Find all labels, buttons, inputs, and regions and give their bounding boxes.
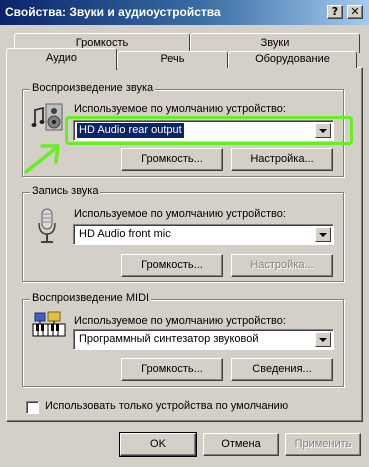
microphone-icon [36,208,58,244]
close-button[interactable]: ✕ [347,5,363,19]
recording-volume-button[interactable]: Громкость... [121,254,223,277]
chevron-down-icon[interactable] [315,227,331,242]
recording-settings-button[interactable]: Настройка... [231,254,333,277]
use-default-only-label: Использовать только устройства по умолча… [45,400,289,412]
speaker-music-icon [31,100,65,134]
window-title: Свойства: Звуки и аудиоустройства [5,5,221,19]
playback-device-label: Используемое по умолчанию устройство: [74,103,286,115]
tab-hardware[interactable]: Оборудование [228,51,357,68]
apply-button[interactable]: Применить [285,433,361,456]
playback-settings-button[interactable]: Настройка... [231,148,333,171]
recording-device-select[interactable]: HD Audio front mic [73,224,334,245]
midi-device-value: Программный синтезатор звуковой [79,333,259,345]
group-recording-label: Запись звука [30,185,101,197]
playback-volume-button[interactable]: Громкость... [121,148,223,171]
cancel-button[interactable]: Отмена [203,433,279,456]
arrow-annotation-icon [20,138,70,178]
group-midi-label: Воспроизведение MIDI [30,292,152,304]
midi-keyboard-icon [31,310,67,340]
title-bar[interactable]: Свойства: Звуки и аудиоустройства ? ✕ [0,0,369,25]
use-default-only-checkbox[interactable] [26,401,39,414]
midi-volume-button[interactable]: Громкость... [121,358,223,381]
annotation-highlight-box [65,116,353,145]
help-button[interactable]: ? [327,5,343,19]
tab-audio[interactable]: Аудио [6,48,117,70]
tab-speech[interactable]: Речь [117,51,228,68]
group-playback-label: Воспроизведение звука [30,82,156,94]
chevron-down-icon[interactable] [315,332,331,347]
tab-sounds[interactable]: Звуки [190,33,360,53]
midi-device-select[interactable]: Программный синтезатор звуковой [73,329,334,350]
recording-device-value: HD Audio front mic [79,228,171,240]
midi-about-button[interactable]: Сведения... [231,358,333,381]
recording-device-label: Используемое по умолчанию устройство: [74,208,286,220]
ok-button[interactable]: OK [119,432,197,457]
midi-device-label: Используемое по умолчанию устройство: [74,315,286,327]
